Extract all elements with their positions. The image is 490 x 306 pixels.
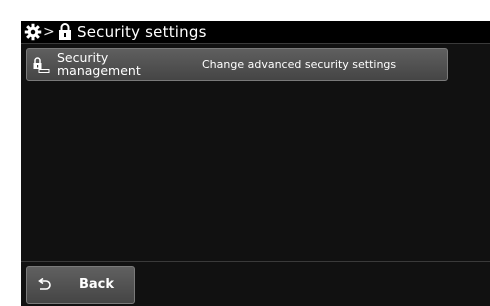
settings-screen: > Security settings Security management … (21, 21, 490, 306)
lock-key-icon (33, 57, 50, 73)
title-bar: > Security settings (21, 21, 490, 44)
lock-icon (59, 23, 71, 40)
menu-item-label: Security management (57, 51, 197, 77)
menu-item-label-line2: management (57, 63, 141, 78)
page-title: Security settings (77, 23, 207, 41)
back-button-label: Back (79, 277, 115, 292)
footer-bar: Back (21, 261, 490, 306)
return-arrow-icon (38, 278, 51, 290)
security-management-button[interactable]: Security management Change advanced secu… (26, 48, 448, 81)
menu-item-description: Change advanced security settings (202, 58, 397, 71)
breadcrumb-separator: > (43, 24, 55, 40)
gear-icon (24, 23, 42, 41)
back-button[interactable]: Back (26, 266, 135, 304)
